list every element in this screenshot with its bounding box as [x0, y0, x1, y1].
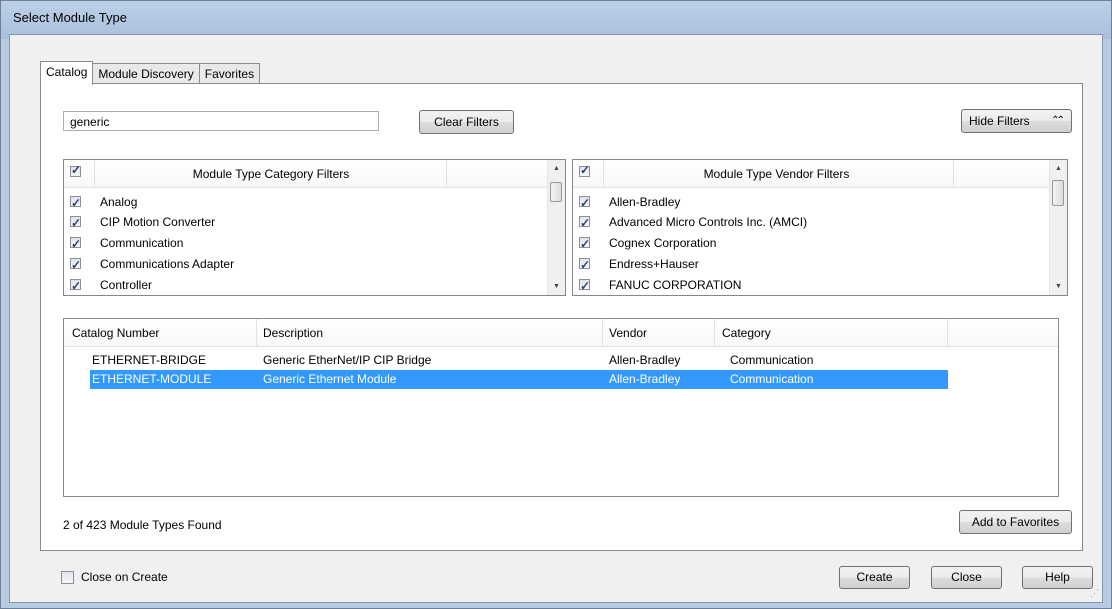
- hide-filters-button[interactable]: Hide Filters ⌃⌃: [961, 109, 1072, 133]
- tab-catalog[interactable]: Catalog: [40, 61, 94, 85]
- filter-checkbox[interactable]: [70, 213, 81, 233]
- column-header-category[interactable]: Category: [722, 326, 771, 340]
- vendor-filter-title: Module Type Vendor Filters: [703, 167, 850, 181]
- dialog-window: Select Module Type Catalog Module Discov…: [0, 0, 1112, 609]
- cell-category: Communication: [730, 372, 814, 386]
- filter-checkbox[interactable]: [70, 234, 81, 254]
- search-input[interactable]: generic: [63, 111, 379, 131]
- clear-filters-label: Clear Filters: [434, 115, 499, 129]
- cell-description: Generic Ethernet Module: [263, 372, 397, 386]
- filter-checkbox[interactable]: [579, 213, 590, 233]
- category-filter-title: Module Type Category Filters: [192, 167, 350, 181]
- select-all-categories-checkbox[interactable]: [70, 163, 81, 177]
- filter-label: Analog: [100, 195, 138, 209]
- hide-filters-label: Hide Filters: [969, 114, 1030, 128]
- tab-favorites[interactable]: Favorites: [198, 63, 261, 84]
- filter-label: Endress+Hauser: [609, 257, 699, 271]
- scroll-down-icon[interactable]: ▼: [1050, 278, 1067, 295]
- filter-label: FANUC CORPORATION: [609, 278, 742, 292]
- table-row-selected[interactable]: ETHERNET-MODULE Generic Ethernet Module …: [90, 370, 948, 389]
- add-to-favorites-button[interactable]: Add to Favorites: [959, 510, 1072, 534]
- close-button[interactable]: Close: [931, 566, 1002, 589]
- close-on-create-label: Close on Create: [81, 570, 168, 584]
- tab-module-discovery[interactable]: Module Discovery: [92, 63, 200, 84]
- double-chevron-up-icon: ⌃⌃: [1051, 115, 1065, 126]
- title-bar[interactable]: Select Module Type: [1, 1, 1111, 35]
- create-label: Create: [856, 570, 893, 584]
- results-count-text: 2 of 423 Module Types Found: [63, 518, 222, 532]
- cell-description: Generic EtherNet/IP CIP Bridge: [263, 353, 432, 367]
- column-header-catalog[interactable]: Catalog Number: [72, 326, 159, 340]
- filter-label: Allen-Bradley: [609, 195, 681, 209]
- help-button[interactable]: Help: [1022, 566, 1093, 589]
- filter-checkbox[interactable]: [70, 276, 81, 296]
- filter-checkbox[interactable]: [579, 255, 590, 275]
- module-results-list: Catalog Number Description Vendor Catego…: [63, 318, 1059, 497]
- category-filter-header: Module Type Category Filters: [64, 160, 548, 188]
- cell-catalog: ETHERNET-MODULE: [92, 372, 212, 386]
- dialog-body: Catalog Module Discovery Favorites gener…: [9, 34, 1103, 603]
- filter-checkbox[interactable]: [579, 234, 590, 254]
- scroll-thumb[interactable]: [550, 182, 562, 202]
- filter-label: Controller: [100, 278, 153, 292]
- vendor-filter-list: Module Type Vendor Filters Allen-Bradley…: [572, 159, 1068, 296]
- column-header-description[interactable]: Description: [263, 326, 323, 340]
- cell-vendor: Allen-Bradley: [609, 353, 681, 367]
- scroll-up-icon[interactable]: ▲: [1050, 160, 1067, 177]
- filter-label: CIP Motion Converter: [100, 215, 216, 229]
- help-label: Help: [1045, 570, 1070, 584]
- close-label: Close: [951, 570, 982, 584]
- close-on-create-checkbox[interactable]: [61, 571, 74, 584]
- catalog-panel: generic Clear Filters Hide Filters ⌃⌃ Mo…: [40, 83, 1083, 551]
- scroll-down-icon[interactable]: ▼: [548, 278, 565, 295]
- filter-checkbox[interactable]: [70, 255, 81, 275]
- cell-catalog: ETHERNET-BRIDGE: [92, 353, 207, 367]
- filter-checkbox[interactable]: [579, 276, 590, 296]
- results-header: Catalog Number Description Vendor Catego…: [64, 319, 1058, 347]
- create-button[interactable]: Create: [839, 566, 910, 589]
- vendor-filter-header: Module Type Vendor Filters: [573, 160, 1050, 188]
- filter-label: Communication: [100, 236, 184, 250]
- window-title: Select Module Type: [13, 10, 127, 25]
- clear-filters-button[interactable]: Clear Filters: [419, 110, 514, 134]
- filter-checkbox[interactable]: [70, 193, 81, 213]
- filter-label: Communications Adapter: [100, 257, 235, 271]
- scroll-thumb[interactable]: [1052, 180, 1064, 206]
- cell-category: Communication: [730, 353, 814, 367]
- tab-strip: Catalog Module Discovery Favorites: [40, 61, 261, 85]
- select-all-vendors-checkbox[interactable]: [579, 163, 590, 177]
- cell-vendor: Allen-Bradley: [609, 372, 681, 386]
- filter-label: Cognex Corporation: [609, 236, 717, 250]
- vendor-scrollbar[interactable]: ▲ ▼: [1049, 160, 1067, 295]
- scroll-up-icon[interactable]: ▲: [548, 160, 565, 177]
- column-header-vendor[interactable]: Vendor: [609, 326, 647, 340]
- filter-label: Advanced Micro Controls Inc. (AMCI): [609, 215, 808, 229]
- filter-checkbox[interactable]: [579, 193, 590, 213]
- resize-grip-icon[interactable]: ⋰: [1090, 588, 1099, 599]
- category-filter-list: Module Type Category Filters Analog CIP …: [63, 159, 566, 296]
- category-scrollbar[interactable]: ▲ ▼: [547, 160, 565, 295]
- add-to-favorites-label: Add to Favorites: [971, 515, 1060, 529]
- table-row[interactable]: ETHERNET-BRIDGE Generic EtherNet/IP CIP …: [90, 351, 948, 370]
